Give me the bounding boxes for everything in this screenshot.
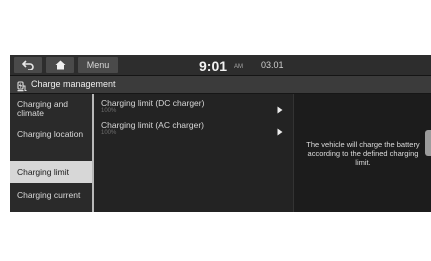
row-label: Charging limit (DC charger) <box>101 98 205 108</box>
ac-charging-limit-row[interactable]: Charging limit (AC charger) 100% <box>94 119 293 141</box>
sidebar-item-charging-and-climate[interactable]: Charging and climate <box>10 100 92 124</box>
row-value: 100% <box>101 130 117 136</box>
sidebar-item-label: Charging current <box>17 190 81 200</box>
info-panel: The vehicle will charge the battery acco… <box>293 94 431 212</box>
sidebar: Charging and climate Charging location C… <box>10 94 92 212</box>
back-icon <box>22 60 34 70</box>
sidebar-item-label: Charging limit <box>17 167 69 177</box>
back-button[interactable] <box>14 57 42 73</box>
clock-time: 9:01 <box>199 58 228 74</box>
sidebar-item-charging-limit[interactable]: Charging limit <box>10 161 92 183</box>
home-icon <box>55 60 66 70</box>
sidebar-item-label: Charging and climate <box>17 99 69 118</box>
sidebar-item-charging-location[interactable]: Charging location <box>10 130 92 154</box>
chevron-right-icon <box>277 101 283 119</box>
panel-handle[interactable] <box>425 130 431 156</box>
infotainment-screen: Menu 9:01 AM 03.01 Charge management Cha… <box>10 55 431 212</box>
top-bar: Menu 9:01 AM 03.01 <box>10 55 431 76</box>
info-description: The vehicle will charge the battery acco… <box>306 140 420 167</box>
title-bar: Charge management <box>10 76 431 94</box>
dc-charging-limit-row[interactable]: Charging limit (DC charger) 100% <box>94 97 293 119</box>
chevron-right-icon <box>277 123 283 141</box>
home-button[interactable] <box>46 57 74 73</box>
clock-ampm: AM <box>234 64 243 70</box>
menu-button[interactable]: Menu <box>78 57 118 73</box>
settings-list: Charging limit (DC charger) 100% Chargin… <box>94 94 293 212</box>
row-label: Charging limit (AC charger) <box>101 120 204 130</box>
date-display: 03.01 <box>261 60 284 70</box>
sidebar-item-charging-current[interactable]: Charging current <box>10 191 92 211</box>
page-title: Charge management <box>31 79 116 89</box>
row-value: 100% <box>101 108 117 114</box>
sidebar-item-label: Charging location <box>17 129 84 139</box>
